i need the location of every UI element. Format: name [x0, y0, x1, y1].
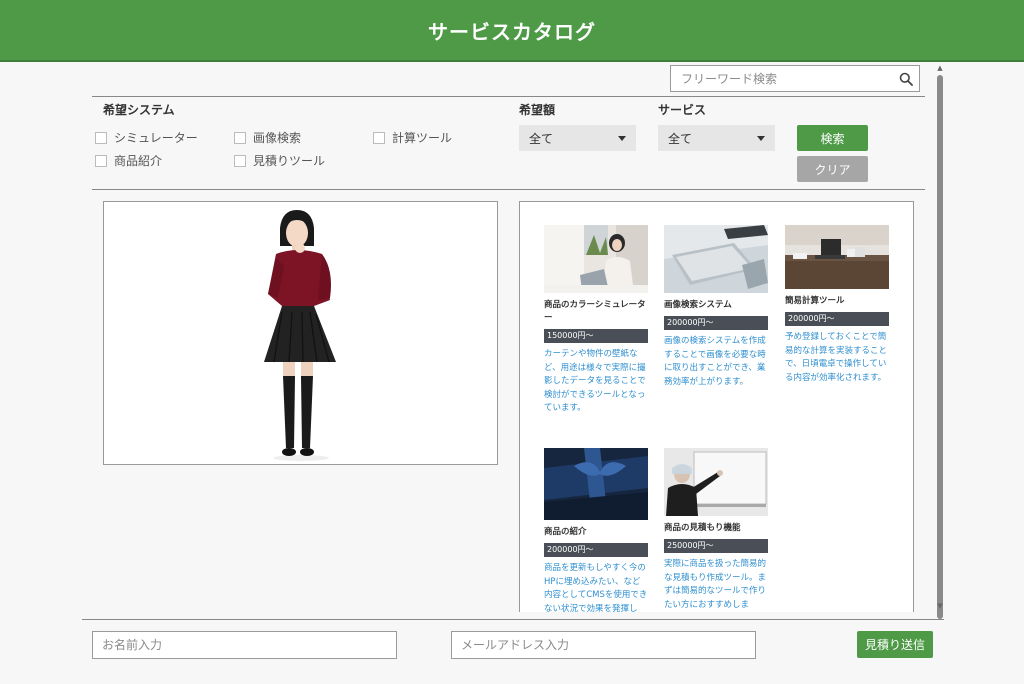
checkbox-label: 商品紹介 [114, 154, 163, 168]
checkbox-calc-tool[interactable]: 計算ツール [373, 129, 452, 146]
search-icon[interactable] [893, 66, 919, 91]
service-filter-label: サービス [658, 103, 707, 117]
checkbox-box[interactable] [95, 131, 107, 144]
card-image[interactable] [785, 225, 889, 289]
thinking-woman-image [104, 202, 497, 464]
service-catalog-grid[interactable]: 商品のカラーシミュレーター 150000円〜 カーテンや物件の壁紙など、用途は様… [519, 201, 914, 612]
email-field[interactable] [451, 631, 756, 659]
scroll-down-icon[interactable]: ▼ [936, 602, 944, 610]
search-input[interactable] [671, 66, 893, 91]
service-select[interactable]: 全て [658, 125, 775, 151]
card-description: 画像の検索システムを作成することで画像を必要な時に取り出すことができ、業務効率が… [664, 336, 766, 387]
card-price: 250000円〜 [664, 539, 768, 553]
system-filter-label: 希望システム [103, 103, 175, 117]
catalog-card[interactable]: 商品の見積もり機能 250000円〜 実際に商品を扱った簡易的な見積もり作成ツー… [664, 448, 768, 612]
card-price: 200000円〜 [785, 312, 889, 326]
card-title[interactable]: 画像検索システム [664, 299, 768, 312]
email-input[interactable] [452, 632, 755, 658]
scrollbar-thumb[interactable] [937, 75, 943, 619]
card-description: 実際に商品を扱った簡易的な見積もり作成ツール。まずは簡易的なツールで作りたい方に… [664, 559, 767, 610]
catalog-card[interactable]: 商品の紹介 200000円〜 商品を更新もしやすく今のHPに埋め込みたい、など内… [544, 448, 648, 612]
scroll-up-icon[interactable]: ▲ [936, 64, 944, 72]
divider-filters [92, 189, 925, 190]
search-button[interactable]: 検索 [797, 125, 868, 151]
card-title[interactable]: 商品のカラーシミュレーター [544, 299, 648, 325]
card-image[interactable] [664, 225, 768, 293]
desk-calculator-image [785, 225, 889, 289]
card-description: 商品を更新もしやすく今のHPに埋め込みたい、など内容としてCMSを使用できない状… [544, 563, 648, 612]
footer-divider [82, 619, 944, 620]
checkbox-box[interactable] [95, 154, 107, 167]
card-image[interactable] [664, 448, 768, 516]
checkbox-box[interactable] [234, 154, 246, 167]
checkbox-product-intro[interactable]: 商品紹介 [95, 152, 162, 169]
checkbox-label: 見積りツール [253, 154, 326, 168]
card-description: カーテンや物件の壁紙など、用途は様々で実際に撮影したデータを見ることで検討ができ… [544, 349, 646, 413]
keyboard-desk-image [664, 225, 768, 293]
gift-box-image [544, 448, 648, 520]
checkbox-box[interactable] [234, 131, 246, 144]
preview-image [103, 201, 498, 465]
divider-top [92, 96, 925, 97]
amount-select[interactable]: 全て [519, 125, 636, 151]
card-title[interactable]: 商品の見積もり機能 [664, 522, 768, 535]
card-title[interactable]: 簡易計算ツール [785, 295, 889, 308]
card-description: 予め登録しておくことで簡易的な計算を実装することで、日頃電卓で操作している内容が… [785, 332, 888, 383]
catalog-card[interactable]: 画像検索システム 200000円〜 画像の検索システムを作成することで画像を必要… [664, 225, 768, 389]
caret-down-icon [618, 135, 626, 141]
woman-laptop-image [544, 225, 648, 293]
checkbox-image-search[interactable]: 画像検索 [234, 129, 301, 146]
checkbox-label: 画像検索 [253, 131, 302, 145]
checkbox-simulator[interactable]: シミュレーター [95, 129, 198, 146]
checkbox-label: 計算ツール [392, 131, 453, 145]
card-image[interactable] [544, 225, 648, 293]
card-price: 200000円〜 [544, 543, 648, 557]
card-title[interactable]: 商品の紹介 [544, 526, 648, 539]
checkbox-box[interactable] [373, 131, 385, 144]
clear-button[interactable]: クリア [797, 156, 868, 182]
whiteboard-presenter-image [664, 448, 768, 516]
amount-filter-label: 希望額 [519, 103, 556, 117]
page-title: サービスカタログ [428, 19, 596, 44]
checkbox-label: シミュレーター [114, 131, 198, 145]
app-header: サービスカタログ [0, 0, 1024, 62]
amount-select-value: 全て [529, 131, 554, 146]
checkbox-estimate-tool[interactable]: 見積りツール [234, 152, 325, 169]
free-word-search[interactable] [670, 65, 920, 92]
vertical-scrollbar[interactable]: ▲ ▼ [936, 64, 944, 619]
name-field[interactable] [92, 631, 397, 659]
catalog-card[interactable]: 簡易計算ツール 200000円〜 予め登録しておくことで簡易的な計算を実装するこ… [785, 225, 889, 385]
catalog-card[interactable]: 商品のカラーシミュレーター 150000円〜 カーテンや物件の壁紙など、用途は様… [544, 225, 648, 416]
caret-down-icon [757, 135, 765, 141]
card-price: 200000円〜 [664, 316, 768, 330]
service-select-value: 全て [668, 131, 693, 146]
card-image[interactable] [544, 448, 648, 520]
name-input[interactable] [93, 632, 396, 658]
card-price: 150000円〜 [544, 329, 648, 343]
send-estimate-button[interactable]: 見積り送信 [857, 631, 933, 658]
